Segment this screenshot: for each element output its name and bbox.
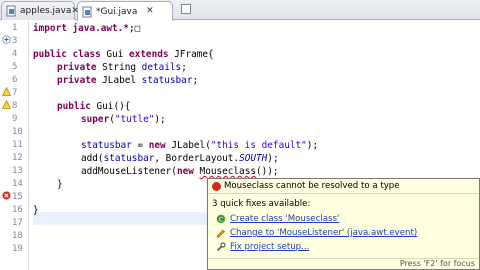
field: statusbar [81, 140, 132, 151]
code-text: add( [81, 153, 104, 164]
tab-label: apples.java [20, 6, 72, 16]
java-file-icon [82, 6, 93, 18]
code-text: ); [154, 114, 166, 125]
code-text: JLabel [96, 75, 142, 86]
popup-footer-hint: Press 'F2' for focus [208, 258, 479, 269]
code-text: ()); [256, 166, 279, 177]
popup-header: Mouseclass cannot be resolved to a type [208, 179, 479, 194]
code-text: addMouseListener( [81, 166, 177, 177]
keyword: public [33, 49, 67, 60]
code-text: ; [181, 62, 187, 73]
line-number: 1 [12, 23, 18, 33]
line-number: 11 [12, 140, 23, 150]
rename-icon [216, 229, 225, 238]
code-line: super("tutle"); [81, 113, 166, 126]
error-message: Mouseclass cannot be resolved to a type [224, 181, 400, 191]
line-number: 17 [12, 218, 23, 228]
code-text: Gui [100, 49, 129, 60]
class-icon: C [216, 214, 226, 224]
overview-ruler [0, 21, 12, 270]
field: statusbar [141, 75, 193, 86]
line-number: 3 [12, 36, 18, 46]
line-number: 5 [12, 62, 18, 72]
code-text: Gui(){ [90, 101, 131, 112]
code-line: private String details; [57, 61, 187, 74]
quick-fix-create-class[interactable]: C Create class 'Mouseclass' [216, 213, 339, 225]
line-number: 12 [12, 153, 23, 163]
field: details [141, 62, 182, 73]
code-line: addMouseListener(new Mouseclass()); [81, 165, 279, 178]
keyword: private [57, 75, 97, 86]
code-line: import java.awt.*;□ [33, 22, 140, 35]
svg-text:C: C [219, 216, 224, 224]
line-number: 16 [12, 205, 23, 215]
quick-fix-count: 3 quick fixes available: [212, 199, 311, 209]
code-line: public Gui(){ [57, 100, 130, 113]
code-text: ; [192, 75, 199, 86]
fold-icon[interactable] [2, 35, 11, 44]
import-statement: import java.awt.*; [33, 23, 135, 34]
keyword: class [72, 49, 101, 60]
tab-gui-java[interactable]: *Gui.java ✕ [77, 1, 173, 21]
error-icon [212, 181, 221, 191]
keyword: new [148, 140, 166, 151]
error-icon[interactable] [2, 191, 11, 200]
line-number: 4 [12, 49, 18, 59]
quick-fix-link[interactable]: Change to 'MouseListener' (java.awt.even… [230, 228, 417, 238]
tab-label: *Gui.java [96, 6, 138, 17]
quick-fix-link[interactable]: Fix project setup... [230, 242, 309, 252]
code-line: public class Gui extends JFrame{ [33, 48, 214, 61]
code-line: } [33, 204, 39, 217]
code-text: JLabel( [165, 140, 211, 151]
string-literal: "tutle" [114, 114, 155, 125]
warning-icon[interactable] [2, 100, 11, 109]
field: statusbar [103, 153, 155, 164]
keyword: new [176, 166, 194, 177]
line-number-ruler: 1 3 4 5 6 7 8 9 10 11 12 13 14 15 16 17 … [12, 21, 29, 270]
quick-fix-change-type[interactable]: Change to 'MouseListener' (java.awt.even… [216, 227, 417, 239]
tab-apples-java[interactable]: apples.java ✕ [1, 1, 79, 20]
line-number: 6 [12, 75, 18, 85]
keyword: public [57, 101, 91, 112]
code-editor[interactable]: 1 3 4 5 6 7 8 9 10 11 12 13 14 15 16 17 … [0, 21, 480, 270]
quick-fix-link[interactable]: Create class 'Mouseclass' [230, 214, 339, 224]
code-text: , BorderLayout. [154, 153, 240, 164]
keyword: extends [129, 49, 169, 60]
wrench-icon [216, 242, 226, 252]
keyword: super [81, 114, 110, 125]
line-number: 9 [12, 114, 18, 124]
code-text: ); [306, 140, 319, 151]
line-number: 19 [12, 244, 23, 254]
code-text: ); [267, 153, 279, 164]
static-field: SOUTH [239, 153, 268, 164]
code-text: = [131, 140, 149, 151]
code-text: JFrame{ [168, 49, 214, 60]
line-number: 8 [12, 101, 18, 111]
quick-fix-popup[interactable]: Mouseclass cannot be resolved to a type … [207, 178, 480, 270]
line-number: 18 [12, 231, 23, 241]
error-identifier[interactable]: Mouseclass [200, 166, 256, 177]
line-number: 7 [12, 88, 18, 98]
fold-marker: □ [134, 23, 141, 34]
line-number: 15 [12, 192, 23, 202]
code-text: String [96, 62, 142, 73]
editor-tab-bar: apples.java ✕ *Gui.java ✕ [0, 0, 480, 21]
keyword: private [57, 62, 97, 73]
code-text: } [57, 179, 63, 190]
line-number: 14 [12, 179, 23, 189]
code-line: statusbar = new JLabel("this is default"… [81, 139, 318, 152]
line-number: 13 [12, 166, 23, 176]
quick-fix-project-setup[interactable]: Fix project setup... [216, 241, 309, 253]
code-line: add(statusbar, BorderLayout.SOUTH); [81, 152, 279, 165]
string-literal: "this is default" [210, 140, 307, 151]
line-number: 10 [12, 127, 23, 137]
warning-icon[interactable] [2, 87, 11, 96]
close-icon[interactable]: ✕ [145, 7, 154, 16]
java-file-icon [6, 5, 17, 17]
code-text: } [33, 205, 39, 216]
code-line: private JLabel statusbar; [57, 74, 198, 87]
minimize-button[interactable] [181, 4, 191, 14]
code-line: } [57, 178, 63, 191]
